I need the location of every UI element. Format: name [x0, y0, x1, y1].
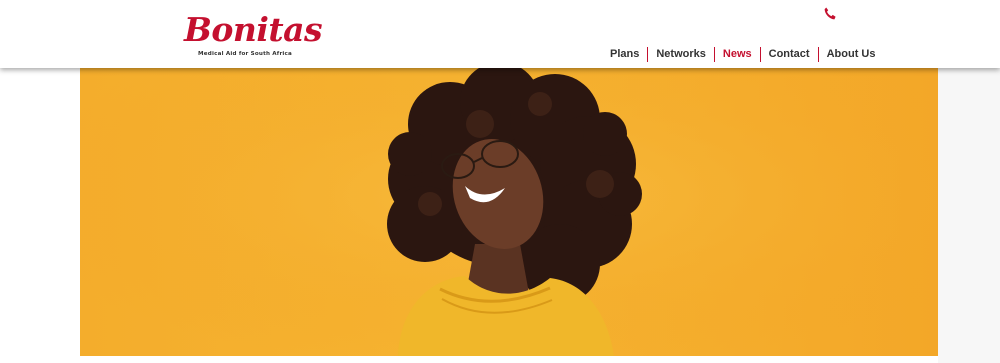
main-nav: Plans Networks News Contact About Us: [602, 46, 883, 62]
nav-item-news[interactable]: News: [715, 46, 760, 62]
hero-banner: [80, 64, 938, 356]
nav-item-plans[interactable]: Plans: [602, 46, 647, 62]
site-header: Bonitas Medical Aid for South Africa Pla…: [0, 0, 1000, 68]
page-margin: [938, 64, 1000, 363]
brand-tagline: Medical Aid for South Africa: [198, 51, 293, 57]
nav-item-contact[interactable]: Contact: [761, 46, 818, 62]
hero-image: [80, 64, 938, 356]
brand-logo[interactable]: Bonitas Medical Aid for South Africa: [182, 10, 323, 60]
brand-name: Bonitas: [184, 10, 323, 49]
phone-icon[interactable]: [822, 6, 838, 22]
nav-item-networks[interactable]: Networks: [648, 46, 714, 62]
nav-item-about-us[interactable]: About Us: [819, 46, 884, 62]
